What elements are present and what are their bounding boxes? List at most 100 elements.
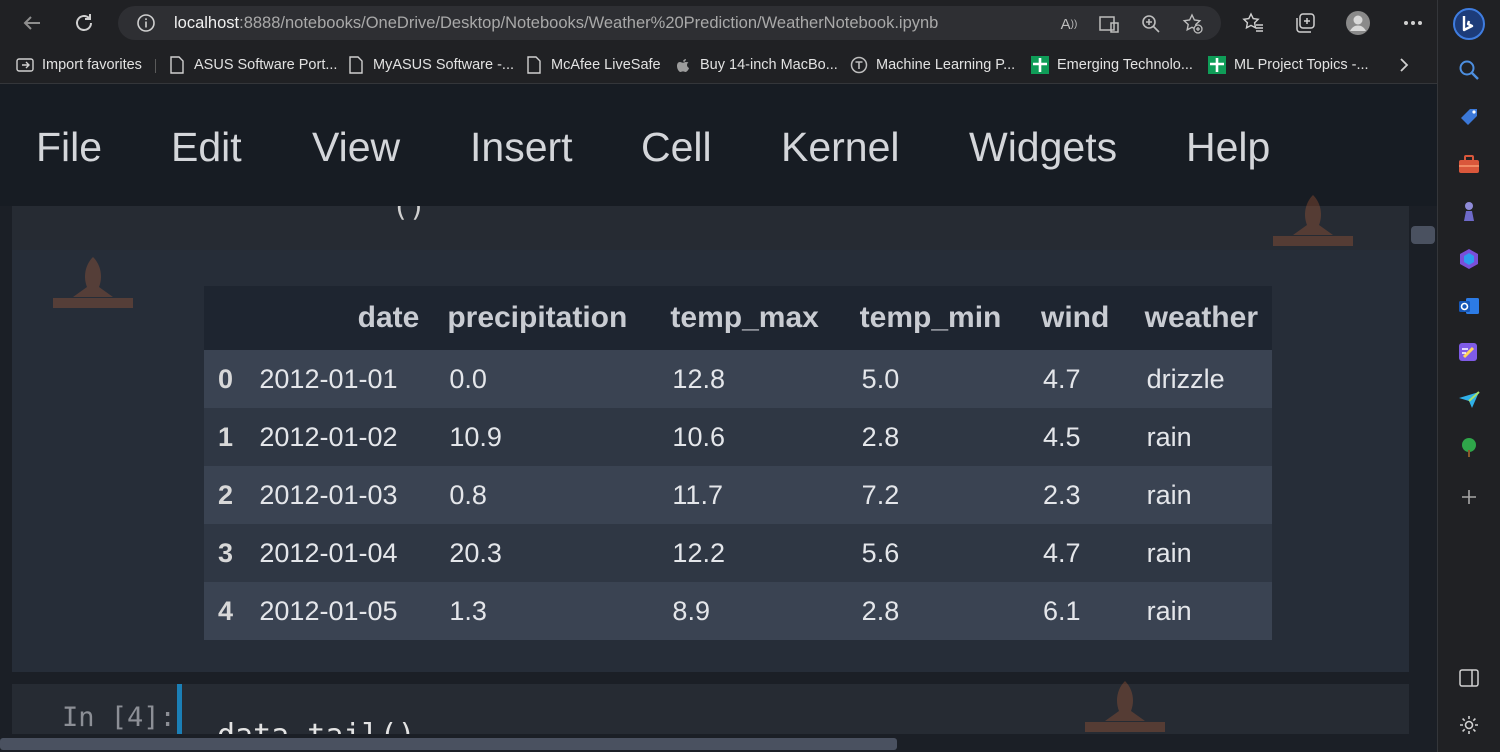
cell-temp-min: 5.0 [861, 363, 900, 394]
bookmark-label: ASUS Software Port... [194, 57, 338, 73]
favorites-icon[interactable] [1240, 10, 1266, 36]
immersive-reader-icon[interactable] [1098, 13, 1120, 35]
cell-temp-max: 11.7 [672, 479, 723, 510]
dataframe-table: date precipitation temp_max temp_min win… [204, 286, 1272, 640]
tree-icon[interactable] [1456, 434, 1482, 460]
cell-weather: drizzle [1146, 363, 1225, 394]
row-index: 0 [218, 363, 234, 394]
bookmark-import-favorites[interactable]: Import favorites [16, 53, 142, 77]
notebook-menubar: File Edit View Insert Cell Kernel Widget… [0, 84, 1437, 206]
table-row: 1 2012-01-02 10.9 10.6 2.8 4.5 rain [204, 408, 1272, 466]
cell-temp-min: 7.2 [861, 479, 900, 510]
url-text[interactable]: localhost:8888/notebooks/OneDrive/Deskto… [174, 14, 938, 33]
plus-green-icon [1031, 56, 1049, 74]
t-circle-icon [850, 56, 868, 74]
cell-temp-min: 2.8 [861, 421, 900, 452]
cell-wind: 4.5 [1042, 421, 1081, 452]
arrow-left-icon [23, 16, 40, 30]
browser-toolbar: localhost:8888/notebooks/OneDrive/Deskto… [0, 0, 1437, 46]
settings-gear-icon[interactable] [1456, 712, 1482, 738]
bookmark-mcafee-livesafe[interactable]: McAfee LiveSafe [525, 53, 661, 77]
cell-wind: 6.1 [1042, 595, 1081, 626]
page-icon [347, 56, 365, 74]
add-favorite-icon[interactable] [1182, 13, 1204, 35]
cell-weather: rain [1146, 479, 1192, 510]
bookmarks-overflow-button[interactable] [1398, 53, 1410, 77]
row-index: 2 [218, 479, 234, 510]
column-header-temp-min: temp_min [859, 301, 1002, 334]
cell-weather: rain [1146, 421, 1192, 452]
bookmark-asus-software-portal[interactable]: ASUS Software Port... [168, 53, 337, 77]
edge-sidebar [1437, 0, 1500, 752]
cell-wind: 4.7 [1042, 537, 1081, 568]
column-header-temp-max: temp_max [670, 301, 819, 334]
table-row: 2 2012-01-03 0.8 11.7 7.2 2.3 rain [204, 466, 1272, 524]
plus-green-icon [1208, 56, 1226, 74]
bookmark-myasus-software[interactable]: MyASUS Software -... [347, 53, 514, 77]
cell-precipitation: 20.3 [449, 537, 502, 568]
hide-sidebar-icon[interactable] [1456, 665, 1482, 691]
menu-view[interactable]: View [312, 124, 400, 171]
scrollbar-thumb[interactable] [1411, 226, 1435, 244]
cell-weather: rain [1146, 537, 1192, 568]
watermark-logo [1273, 195, 1353, 246]
scrollbar-thumb[interactable] [0, 738, 897, 750]
bookmark-label: Emerging Technolo... [1057, 57, 1193, 73]
bookmark-label: Buy 14-inch MacBo... [700, 57, 838, 73]
horizontal-scrollbar[interactable] [0, 734, 1409, 752]
designer-icon[interactable] [1456, 340, 1482, 366]
column-header-date: date [357, 301, 420, 334]
shopping-tag-icon[interactable] [1456, 104, 1482, 130]
tools-briefcase-icon[interactable] [1456, 152, 1482, 178]
info-icon[interactable] [136, 13, 156, 33]
drop-send-icon[interactable] [1456, 387, 1482, 413]
cell-precipitation: 1.3 [449, 595, 487, 626]
menu-cell[interactable]: Cell [641, 124, 712, 171]
cell-date: 2012-01-01 [259, 363, 398, 394]
vertical-scrollbar[interactable] [1409, 206, 1437, 752]
menu-file[interactable]: File [36, 124, 102, 171]
cell-precipitation: 0.0 [449, 363, 487, 394]
bookmark-emerging-technologies[interactable]: Emerging Technolo... [1031, 53, 1193, 77]
bookmark-machine-learning[interactable]: Machine Learning P... [850, 53, 1015, 77]
cell-date: 2012-01-02 [259, 421, 398, 452]
read-aloud-icon[interactable]: A)) [1058, 13, 1080, 35]
menu-edit[interactable]: Edit [171, 124, 242, 171]
outlook-icon[interactable] [1456, 293, 1482, 319]
bookmark-ml-project-topics[interactable]: ML Project Topics -... [1208, 53, 1369, 77]
address-bar[interactable]: localhost:8888/notebooks/OneDrive/Deskto… [118, 6, 1221, 40]
cell-date: 2012-01-04 [259, 537, 398, 568]
games-chess-icon[interactable] [1456, 199, 1482, 225]
add-icon[interactable] [1456, 484, 1482, 510]
apple-icon [674, 56, 692, 74]
bookmark-buy-macbook[interactable]: Buy 14-inch MacBo... [674, 53, 838, 77]
zoom-icon[interactable] [1140, 13, 1162, 35]
more-options-icon[interactable] [1400, 10, 1426, 36]
column-header-wind: wind [1040, 301, 1110, 334]
menu-widgets[interactable]: Widgets [969, 124, 1117, 171]
collections-icon[interactable] [1292, 10, 1318, 36]
bookmarks-bar: Import favorites ASUS Software Port... M… [0, 46, 1437, 84]
cell-wind: 2.3 [1042, 479, 1081, 510]
profile-avatar[interactable] [1345, 10, 1371, 36]
cell-temp-max: 12.2 [672, 537, 725, 568]
cell-date: 2012-01-03 [259, 479, 398, 510]
table-row: 3 2012-01-04 20.3 12.2 5.6 4.7 rain [204, 524, 1272, 582]
cell-precipitation: 0.8 [449, 479, 487, 510]
refresh-icon [76, 14, 92, 31]
bing-chat-icon[interactable] [1453, 8, 1485, 40]
microsoft-365-icon[interactable] [1456, 246, 1482, 272]
code-cell-previous[interactable]: () [12, 206, 1409, 250]
page-icon [168, 56, 186, 74]
cell-prompt: In [4]: [62, 702, 176, 733]
column-header-weather: weather [1144, 301, 1258, 334]
bookmark-label: MyASUS Software -... [373, 57, 515, 73]
cell-weather: rain [1146, 595, 1192, 626]
menu-insert[interactable]: Insert [470, 124, 573, 171]
menu-help[interactable]: Help [1186, 124, 1270, 171]
menu-kernel[interactable]: Kernel [781, 124, 900, 171]
back-button[interactable] [18, 9, 46, 37]
refresh-button[interactable] [70, 9, 98, 37]
search-icon[interactable] [1456, 57, 1482, 83]
index-header [204, 286, 243, 350]
